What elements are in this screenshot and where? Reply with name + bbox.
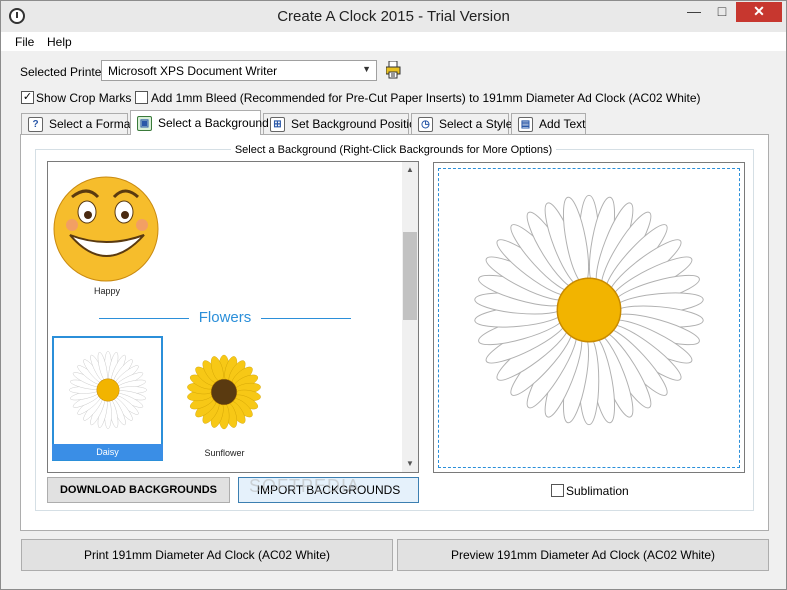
section-header-flowers: Flowers [99,309,351,329]
menu-bar: File Help [1,32,786,52]
gallery-caption-happy: Happy [93,286,120,296]
flower-center [96,378,120,402]
gallery-caption-daisy: Daisy [52,444,163,460]
help-icon: ? [28,117,43,132]
tab-select-format[interactable]: ? Select a Format [21,113,134,134]
menu-help[interactable]: Help [47,35,72,49]
download-backgrounds-button[interactable]: DOWNLOAD BACKGROUNDS [47,477,230,503]
printer-settings-icon[interactable] [386,61,402,79]
printer-select[interactable]: Microsoft XPS Document Writer ▼ [101,60,377,81]
flower-center [210,378,238,406]
tab-label: Select a Style [439,117,513,131]
tab-label: Set Background Position [291,117,423,131]
print-clock-button[interactable]: Print 191mm Diameter Ad Clock (AC02 Whit… [21,539,393,571]
scroll-down-arrow-icon[interactable]: ▼ [402,456,418,472]
scroll-up-arrow-icon[interactable]: ▲ [402,162,418,178]
sublimation-checkbox[interactable] [551,484,564,497]
bleed-label: Add 1mm Bleed (Recommended for Pre-Cut P… [151,91,701,105]
clock-style-icon: ◷ [418,117,433,132]
image-icon: ▣ [137,116,152,131]
gallery-scrollbar[interactable]: ▲ ▼ [402,162,418,472]
text-icon: ▤ [518,117,533,132]
smiley-face-icon[interactable] [52,175,162,283]
position-icon: ⊞ [270,117,285,132]
bleed-checkbox[interactable] [135,91,148,104]
daisy-flower-icon [69,351,147,429]
title-bar[interactable]: Create A Clock 2015 - Trial Version — □ … [1,1,786,32]
group-title-text: Select a Background (Right-Click Backgro… [230,144,557,156]
group-title: Select a Background (Right-Click Backgro… [1,144,786,156]
crop-marks-label: Show Crop Marks [36,91,132,105]
tab-label: Select a Format [49,117,134,131]
tab-select-background[interactable]: ▣ Select a Background [130,110,269,135]
section-divider [261,318,351,319]
minimize-button[interactable]: — [681,2,707,22]
maximize-button[interactable]: □ [709,2,735,22]
softpedia-watermark: SOFTPEDIA [249,476,361,496]
printer-select-value: Microsoft XPS Document Writer [108,64,278,78]
scroll-thumb[interactable] [403,232,417,320]
gallery-caption-sunflower: Sunflower [204,448,245,458]
menu-file[interactable]: File [15,35,34,49]
printer-label: Selected Printer [20,65,106,79]
app-window: Create A Clock 2015 - Trial Version — □ … [0,0,787,590]
sublimation-label: Sublimation [566,484,629,498]
flower-center [556,277,622,343]
daisy-preview-image [474,194,704,426]
tab-label: Select a Background [158,116,269,130]
crop-marks-checkbox[interactable]: ✓ [21,91,34,104]
chevron-down-icon: ▼ [362,64,371,74]
tab-select-style[interactable]: ◷ Select a Style [411,113,513,134]
preview-clock-button[interactable]: Preview 191mm Diameter Ad Clock (AC02 Wh… [397,539,769,571]
close-button[interactable]: ✕ [736,2,782,22]
tab-set-background-position[interactable]: ⊞ Set Background Position [263,113,422,134]
window-title: Create A Clock 2015 - Trial Version [277,8,510,25]
tab-add-text[interactable]: ▤ Add Text [511,113,586,134]
tab-label: Add Text [539,117,586,131]
sunflower-icon[interactable] [181,349,267,435]
